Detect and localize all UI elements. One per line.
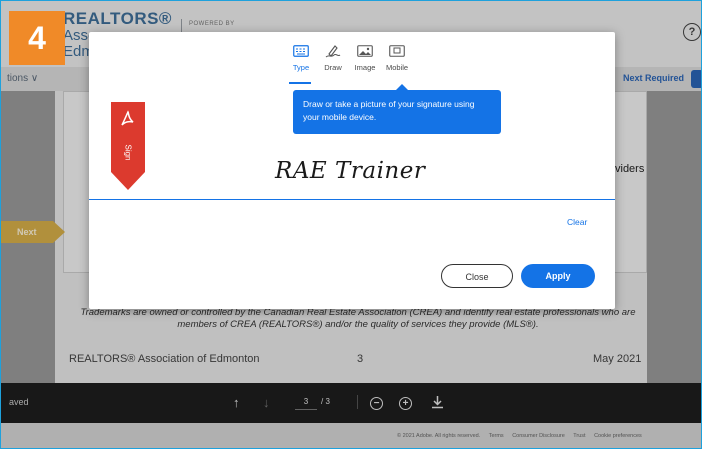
clear-button[interactable]: Clear — [567, 217, 587, 227]
close-button[interactable]: Close — [441, 264, 513, 288]
screenshot-frame: REALTORS® Asso Edm POWERED BY ? tions ∨ … — [0, 0, 702, 449]
tab-image[interactable]: Image — [349, 42, 381, 72]
pen-icon — [317, 42, 349, 60]
apply-button[interactable]: Apply — [521, 264, 595, 288]
mobile-tab-tooltip: Draw or take a picture of your signature… — [293, 90, 501, 134]
tab-draw[interactable]: Draw — [317, 42, 349, 72]
signature-method-tabs: Type Draw Image Mobile — [285, 42, 415, 82]
tab-draw-label: Draw — [324, 63, 342, 72]
tab-type-label: Type — [292, 63, 310, 72]
sign-flag-tip — [111, 172, 145, 190]
keyboard-icon — [285, 42, 317, 60]
active-tab-indicator — [289, 82, 311, 84]
signature-dialog: Type Draw Image Mobile Draw or take a pi… — [89, 32, 615, 309]
tab-mobile-label: Mobile — [385, 63, 409, 72]
image-icon — [349, 42, 381, 60]
typed-signature[interactable]: RAE Trainer — [275, 158, 425, 184]
mobile-icon — [381, 42, 413, 60]
tab-image-label: Image — [354, 63, 376, 72]
tab-mobile[interactable]: Mobile — [381, 42, 413, 72]
tab-type[interactable]: Type — [285, 42, 317, 72]
sign-flag-label: Sign — [123, 144, 133, 161]
acrobat-logo-icon — [121, 110, 134, 126]
signature-line — [89, 199, 615, 200]
step-number-badge: 4 — [9, 11, 65, 65]
